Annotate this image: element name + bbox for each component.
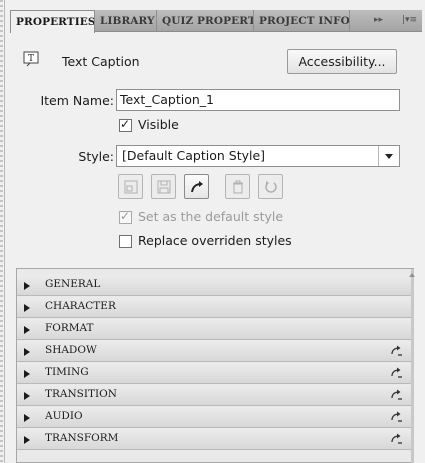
reset-section-icon[interactable] xyxy=(389,432,403,446)
tab-project-info[interactable]: PROJECT INFO xyxy=(254,10,350,32)
expand-arrow-icon xyxy=(24,348,30,356)
item-name-input[interactable]: Text_Caption_1 xyxy=(116,89,400,111)
section-label: TRANSFORM xyxy=(45,432,119,444)
section-label: FORMAT xyxy=(45,322,94,334)
item-type-label: Text Caption xyxy=(62,54,140,69)
reset-section-icon[interactable] xyxy=(389,410,403,424)
expand-arrow-icon xyxy=(24,304,30,312)
new-style-button[interactable] xyxy=(118,174,143,199)
trash-icon xyxy=(233,180,243,194)
properties-panel: PROPERTIES LIBRARY QUIZ PROPERTIES PROJE… xyxy=(0,0,425,463)
section-transform[interactable]: TRANSFORM xyxy=(17,429,411,450)
style-dropdown[interactable]: [Default Caption Style] xyxy=(116,145,400,167)
default-style-label: Set as the default style xyxy=(138,209,284,224)
svg-text:T: T xyxy=(28,54,34,64)
section-label: SHADOW xyxy=(45,344,97,356)
section-general[interactable]: GENERAL xyxy=(17,275,411,296)
tab-controls: ▸▸ |▾≡ xyxy=(352,10,422,32)
default-style-checkbox[interactable] xyxy=(119,209,132,224)
visible-label: Visible xyxy=(138,117,179,132)
replace-overridden-checkbox[interactable] xyxy=(119,235,132,248)
expand-tabs-icon[interactable]: ▸▸ xyxy=(374,15,383,25)
properties-accordion: GENERAL CHARACTER FORMAT SHADOW TIMING T… xyxy=(16,268,415,463)
panel-menu-icon[interactable]: |▾≡ xyxy=(402,15,417,25)
visible-checkbox[interactable] xyxy=(119,117,132,132)
text-caption-icon: T xyxy=(22,50,42,70)
expand-arrow-icon xyxy=(24,326,30,334)
reset-section-icon[interactable] xyxy=(389,388,403,402)
delete-style-button[interactable] xyxy=(225,174,250,199)
reset-icon xyxy=(265,181,277,193)
save-icon xyxy=(157,180,171,194)
accessibility-button[interactable]: Accessibility... xyxy=(287,49,397,74)
tab-bar: PROPERTIES LIBRARY QUIZ PROPERTIES PROJE… xyxy=(10,10,422,33)
expand-arrow-icon xyxy=(24,370,30,378)
section-label: AUDIO xyxy=(45,410,83,422)
tab-properties[interactable]: PROPERTIES xyxy=(10,10,95,33)
section-label: GENERAL xyxy=(45,278,101,290)
redo-icon xyxy=(191,181,203,193)
expand-arrow-icon xyxy=(24,414,30,422)
new-style-icon xyxy=(124,180,138,194)
apply-style-button[interactable] xyxy=(184,174,209,199)
chevron-down-icon[interactable] xyxy=(378,146,399,166)
expand-arrow-icon xyxy=(24,392,30,400)
style-selected-value: [Default Caption Style] xyxy=(122,148,266,163)
reset-section-icon[interactable] xyxy=(389,344,403,358)
section-shadow[interactable]: SHADOW xyxy=(17,341,411,362)
section-audio[interactable]: AUDIO xyxy=(17,407,411,428)
dock-edge xyxy=(0,0,3,463)
section-label: TIMING xyxy=(45,366,89,378)
reset-style-button[interactable] xyxy=(258,174,283,199)
section-timing[interactable]: TIMING xyxy=(17,363,411,384)
item-name-label: Item Name: xyxy=(40,93,114,108)
reset-section-icon[interactable] xyxy=(389,366,403,380)
expand-arrow-icon xyxy=(24,436,30,444)
accordion-scrollbar[interactable] xyxy=(409,269,415,463)
section-label: TRANSITION xyxy=(45,388,117,400)
expand-arrow-icon xyxy=(24,282,30,290)
section-label: CHARACTER xyxy=(45,300,116,312)
save-style-button[interactable] xyxy=(151,174,176,199)
style-label: Style: xyxy=(78,149,114,164)
section-transition[interactable]: TRANSITION xyxy=(17,385,411,406)
tab-library[interactable]: LIBRARY xyxy=(95,10,157,32)
section-character[interactable]: CHARACTER xyxy=(17,297,411,318)
panel-border xyxy=(4,0,5,463)
replace-overridden-label: Replace overriden styles xyxy=(138,233,292,248)
section-format[interactable]: FORMAT xyxy=(17,319,411,340)
tab-quiz-properties[interactable]: QUIZ PROPERTIES xyxy=(157,10,254,32)
